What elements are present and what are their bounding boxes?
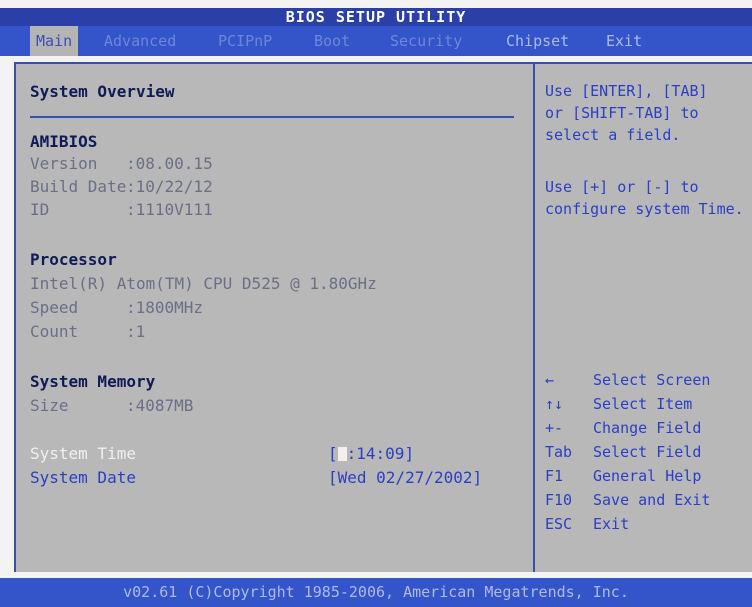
system-memory-heading: System Memory [30, 372, 156, 391]
key-label: ← [545, 371, 555, 389]
main-frame: System Overview AMIBIOS Version :08.00.1… [14, 62, 752, 572]
help-line-2: or [SHIFT-TAB] to [545, 104, 699, 122]
key-desc: Exit [593, 515, 630, 533]
system-overview-heading: System Overview [30, 82, 175, 101]
key-desc: Select Field [593, 443, 702, 461]
key-save-exit: F10 Save and Exit [545, 488, 745, 512]
system-time-label[interactable]: System Time [30, 444, 136, 464]
id-value: :1110V111 [126, 200, 213, 219]
key-label: +- [545, 419, 564, 437]
id-label: ID [30, 200, 50, 219]
tab-advanced[interactable]: Advanced [104, 26, 176, 56]
key-label: ↑↓ [545, 395, 564, 413]
key-label: F10 [545, 491, 573, 509]
key-label: F1 [545, 467, 564, 485]
build-date-value: :10/22/12 [126, 177, 213, 196]
key-desc: General Help [593, 467, 702, 485]
heading-divider [30, 116, 514, 118]
count-value: :1 [126, 322, 146, 341]
key-change-field: +- Change Field [545, 416, 745, 440]
key-select-screen: ← Select Screen [545, 368, 745, 392]
bios-screen: BIOS SETUP UTILITY Main Advanced PCIPnP … [0, 0, 752, 607]
system-time-bracket: [ [328, 444, 338, 463]
key-label: ESC [545, 515, 573, 533]
version-label: Version [30, 154, 98, 173]
key-desc: Change Field [593, 419, 702, 437]
key-label: Tab [545, 443, 573, 461]
tab-main[interactable]: Main [30, 26, 79, 56]
bios-title: BIOS SETUP UTILITY [0, 8, 752, 26]
system-date-value[interactable]: [Wed 02/27/2002] [328, 468, 482, 488]
help-line-5: Use [+] or [-] to [545, 178, 699, 196]
key-desc: Select Item [593, 395, 693, 413]
memory-size-label: Size [30, 396, 69, 415]
tab-boot[interactable]: Boot [314, 26, 350, 56]
key-exit: ESC Exit [545, 512, 745, 536]
overview-pane: System Overview AMIBIOS Version :08.00.1… [16, 64, 530, 572]
help-line-1: Use [ENTER], [TAB] [545, 82, 708, 100]
processor-heading: Processor [30, 250, 117, 269]
key-select-item: ↑↓ Select Item [545, 392, 745, 416]
menu-bar: Main Advanced PCIPnP Boot Security Chips… [0, 26, 752, 56]
system-time-value: :14:09] [346, 444, 415, 463]
speed-label: Speed [30, 298, 79, 317]
key-desc: Select Screen [593, 371, 711, 389]
field-cursor [337, 447, 347, 461]
tab-pcipnp[interactable]: PCIPnP [218, 26, 272, 56]
version-value: :08.00.15 [126, 154, 213, 173]
copyright-footer: v02.61 (C)Copyright 1985-2006, American … [0, 578, 752, 607]
help-line-6: configure system Time. [545, 200, 744, 218]
help-line-3: select a field. [545, 126, 681, 144]
help-pane: Use [ENTER], [TAB] or [SHIFT-TAB] to sel… [533, 64, 752, 572]
build-date-label: Build Date [30, 177, 127, 196]
key-desc: Save and Exit [593, 491, 711, 509]
count-label: Count [30, 322, 79, 341]
amibios-heading: AMIBIOS [30, 132, 98, 151]
speed-value: :1800MHz [126, 298, 204, 317]
system-date-label[interactable]: System Date [30, 468, 136, 488]
tab-chipset[interactable]: Chipset [506, 26, 569, 56]
memory-size-value: :4087MB [126, 396, 194, 415]
tab-exit[interactable]: Exit [606, 26, 642, 56]
tab-security[interactable]: Security [390, 26, 462, 56]
system-time-field[interactable]: [ :14:09] [328, 444, 414, 464]
processor-model: Intel(R) Atom(TM) CPU D525 @ 1.80GHz [30, 274, 377, 293]
key-general-help: F1 General Help [545, 464, 745, 488]
key-select-field: Tab Select Field [545, 440, 745, 464]
